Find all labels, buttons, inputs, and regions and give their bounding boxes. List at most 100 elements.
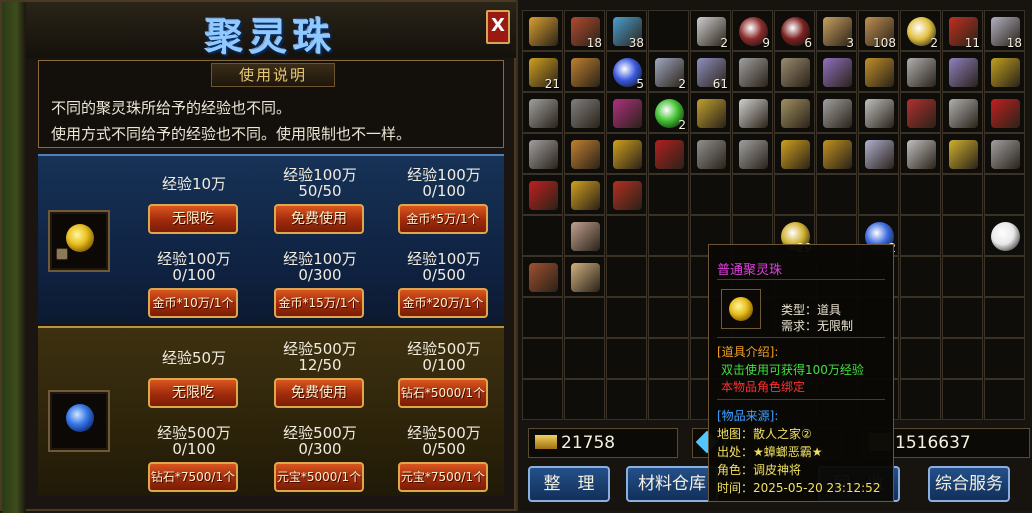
- use-button[interactable]: 免费使用: [274, 204, 364, 234]
- inventory-slot[interactable]: [648, 133, 689, 174]
- inventory-slot[interactable]: [522, 10, 563, 51]
- inventory-slot[interactable]: 3: [816, 10, 857, 51]
- inventory-slot[interactable]: [900, 92, 941, 133]
- inventory-slot[interactable]: [732, 51, 773, 92]
- inventory-slot[interactable]: [900, 379, 941, 420]
- use-button[interactable]: 元宝*7500/1个: [398, 462, 488, 492]
- service-button[interactable]: 综合服务: [928, 466, 1010, 502]
- use-button[interactable]: 金币*5万/1个: [398, 204, 488, 234]
- inventory-slot[interactable]: [606, 379, 647, 420]
- inventory-slot[interactable]: [690, 133, 731, 174]
- close-button[interactable]: X: [486, 10, 510, 44]
- use-button[interactable]: 金币*20万/1个: [398, 288, 488, 318]
- inventory-slot[interactable]: [858, 92, 899, 133]
- inventory-slot[interactable]: [858, 133, 899, 174]
- use-button[interactable]: 免费使用: [274, 378, 364, 408]
- inventory-slot[interactable]: [984, 256, 1025, 297]
- inventory-slot[interactable]: [984, 379, 1025, 420]
- inventory-slot[interactable]: [774, 174, 815, 215]
- inventory-slot[interactable]: 2: [900, 10, 941, 51]
- inventory-slot[interactable]: [816, 92, 857, 133]
- inventory-slot[interactable]: [984, 297, 1025, 338]
- inventory-slot[interactable]: [648, 379, 689, 420]
- inventory-slot[interactable]: [816, 51, 857, 92]
- sort-button[interactable]: 整 理: [528, 466, 610, 502]
- inventory-slot[interactable]: [606, 215, 647, 256]
- inventory-slot[interactable]: [942, 174, 983, 215]
- inventory-slot[interactable]: [564, 297, 605, 338]
- inventory-slot[interactable]: [606, 174, 647, 215]
- item-slot[interactable]: [48, 210, 110, 272]
- inventory-slot[interactable]: [522, 297, 563, 338]
- inventory-slot[interactable]: [690, 174, 731, 215]
- inventory-slot[interactable]: [522, 174, 563, 215]
- inventory-slot[interactable]: [648, 10, 689, 51]
- item-slot[interactable]: [48, 390, 110, 452]
- inventory-slot[interactable]: [564, 174, 605, 215]
- inventory-slot[interactable]: [564, 215, 605, 256]
- inventory-slot[interactable]: [648, 256, 689, 297]
- inventory-slot[interactable]: 5: [606, 51, 647, 92]
- inventory-slot[interactable]: [942, 256, 983, 297]
- inventory-slot[interactable]: [942, 379, 983, 420]
- inventory-slot[interactable]: 2: [648, 92, 689, 133]
- inventory-slot[interactable]: 2: [690, 10, 731, 51]
- inventory-slot[interactable]: [522, 256, 563, 297]
- inventory-slot[interactable]: 6: [774, 10, 815, 51]
- inventory-slot[interactable]: 108: [858, 10, 899, 51]
- inventory-slot[interactable]: [522, 92, 563, 133]
- inventory-slot[interactable]: [984, 51, 1025, 92]
- inventory-slot[interactable]: [522, 338, 563, 379]
- inventory-slot[interactable]: [900, 256, 941, 297]
- inventory-slot[interactable]: [648, 297, 689, 338]
- inventory-slot[interactable]: 2: [648, 51, 689, 92]
- inventory-slot[interactable]: [564, 133, 605, 174]
- inventory-slot[interactable]: [900, 338, 941, 379]
- inventory-slot[interactable]: [732, 133, 773, 174]
- inventory-slot[interactable]: [900, 51, 941, 92]
- inventory-slot[interactable]: [942, 297, 983, 338]
- inventory-slot[interactable]: [774, 133, 815, 174]
- inventory-slot[interactable]: [984, 92, 1025, 133]
- inventory-slot[interactable]: 38: [606, 10, 647, 51]
- inventory-slot[interactable]: [606, 338, 647, 379]
- inventory-slot[interactable]: [606, 297, 647, 338]
- inventory-slot[interactable]: [606, 256, 647, 297]
- inventory-slot[interactable]: 11: [942, 10, 983, 51]
- inventory-slot[interactable]: [648, 215, 689, 256]
- material-warehouse-button[interactable]: 材料仓库: [626, 466, 718, 502]
- inventory-slot[interactable]: [774, 51, 815, 92]
- inventory-slot[interactable]: [900, 174, 941, 215]
- inventory-slot[interactable]: [690, 92, 731, 133]
- use-button[interactable]: 钻石*7500/1个: [148, 462, 238, 492]
- inventory-slot[interactable]: [732, 92, 773, 133]
- inventory-slot[interactable]: 18: [564, 10, 605, 51]
- inventory-slot[interactable]: [942, 338, 983, 379]
- inventory-slot[interactable]: [522, 379, 563, 420]
- inventory-slot[interactable]: [858, 51, 899, 92]
- inventory-slot[interactable]: [564, 92, 605, 133]
- inventory-slot[interactable]: [522, 133, 563, 174]
- inventory-slot[interactable]: [816, 174, 857, 215]
- inventory-slot[interactable]: 21: [522, 51, 563, 92]
- inventory-slot[interactable]: [984, 338, 1025, 379]
- inventory-slot[interactable]: [942, 215, 983, 256]
- inventory-slot[interactable]: [648, 174, 689, 215]
- inventory-slot[interactable]: [984, 133, 1025, 174]
- inventory-slot[interactable]: [648, 338, 689, 379]
- inventory-slot[interactable]: [942, 92, 983, 133]
- inventory-slot[interactable]: [984, 174, 1025, 215]
- inventory-slot[interactable]: [984, 215, 1025, 256]
- inventory-slot[interactable]: 9: [732, 10, 773, 51]
- inventory-slot[interactable]: [774, 92, 815, 133]
- inventory-slot[interactable]: [900, 215, 941, 256]
- inventory-slot[interactable]: [942, 133, 983, 174]
- inventory-slot[interactable]: [816, 133, 857, 174]
- inventory-slot[interactable]: [606, 133, 647, 174]
- use-button[interactable]: 元宝*5000/1个: [274, 462, 364, 492]
- inventory-slot[interactable]: 61: [690, 51, 731, 92]
- inventory-slot[interactable]: 18: [984, 10, 1025, 51]
- inventory-slot[interactable]: [564, 256, 605, 297]
- use-button[interactable]: 金币*10万/1个: [148, 288, 238, 318]
- inventory-slot[interactable]: [858, 174, 899, 215]
